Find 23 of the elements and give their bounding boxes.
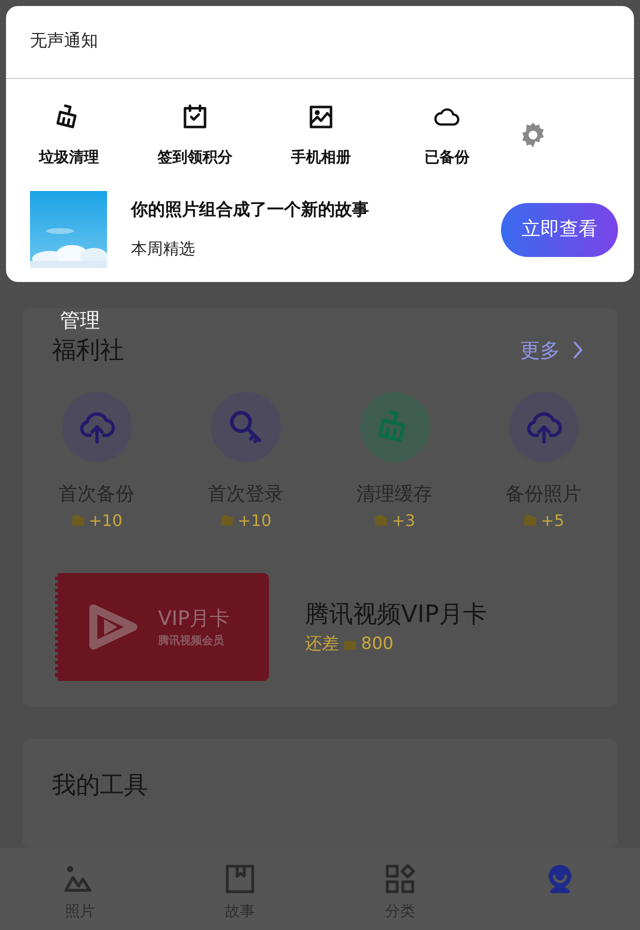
- reward-points: +5: [540, 510, 564, 532]
- more-link[interactable]: 更多: [520, 335, 588, 365]
- reward-points: +3: [392, 510, 416, 532]
- story-subtitle: 本周精选: [131, 238, 196, 260]
- ticket-title: VIP月卡: [158, 605, 230, 632]
- view-now-button[interactable]: 立即查看: [501, 202, 618, 256]
- quick-action-button[interactable]: 签到领积分: [132, 102, 258, 168]
- overlay-label: 管理: [60, 308, 101, 332]
- quick-action-button[interactable]: 垃圾清理: [6, 102, 132, 168]
- need-label: 还差: [305, 632, 339, 656]
- quick-action-button[interactable]: 手机相册: [258, 102, 384, 168]
- reward-points: +10: [238, 510, 272, 532]
- story-title: 你的照片组合成了一个新的故事: [131, 198, 370, 222]
- quick-action-button[interactable]: 已备份: [384, 102, 510, 168]
- reward-title: 腾讯视频VIP月卡: [305, 598, 487, 630]
- section-title: 福利社: [52, 335, 124, 366]
- notification-header: 无声通知: [6, 6, 634, 79]
- reward-points: +10: [88, 510, 122, 532]
- ticket-subtitle: 腾讯视频会员: [158, 633, 225, 650]
- need-points: 800: [361, 632, 394, 656]
- category-grid-icon: [383, 862, 417, 896]
- bookmark-icon: [223, 862, 257, 896]
- section-title: 我的工具: [52, 770, 149, 800]
